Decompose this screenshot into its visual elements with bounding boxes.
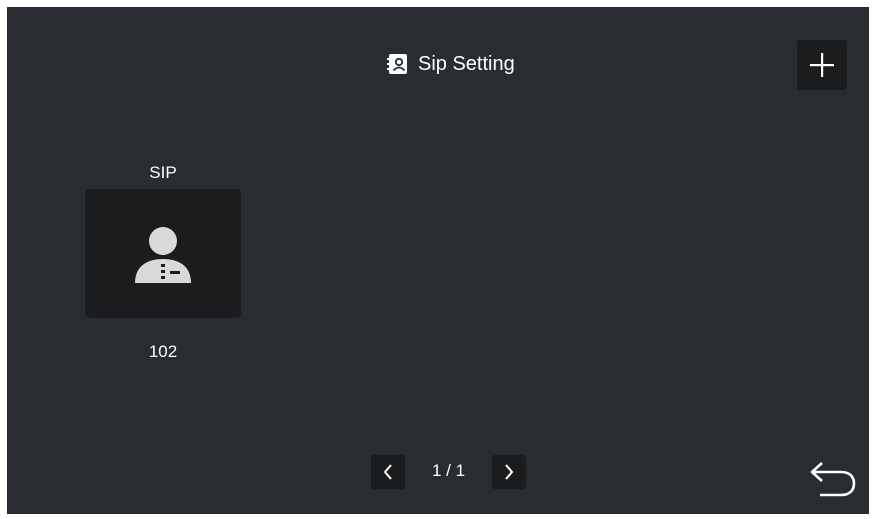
pagination: 1 / 1: [371, 455, 527, 491]
contact-book-icon: [387, 53, 409, 75]
return-arrow-icon: [810, 462, 856, 497]
page-indicator: 1 / 1: [431, 461, 466, 480]
plus-icon: [810, 53, 834, 77]
contact-label: SIP: [149, 163, 177, 182]
page-title: Sip Setting: [387, 52, 515, 76]
page-title-text: Sip Setting: [418, 52, 515, 75]
previous-page-button[interactable]: [371, 455, 405, 489]
contact-number: 102: [148, 342, 178, 361]
user-avatar-icon: [135, 226, 191, 283]
next-page-button[interactable]: [492, 455, 526, 489]
back-button[interactable]: [807, 457, 859, 501]
contact-tile[interactable]: [85, 189, 241, 318]
chevron-right-icon: [505, 464, 514, 480]
chevron-left-icon: [383, 464, 392, 480]
sip-setting-screen: Sip Setting SIP 102 1 / 1: [7, 7, 869, 514]
add-button[interactable]: [797, 40, 847, 90]
sip-contact-card[interactable]: SIP 102: [85, 159, 241, 361]
